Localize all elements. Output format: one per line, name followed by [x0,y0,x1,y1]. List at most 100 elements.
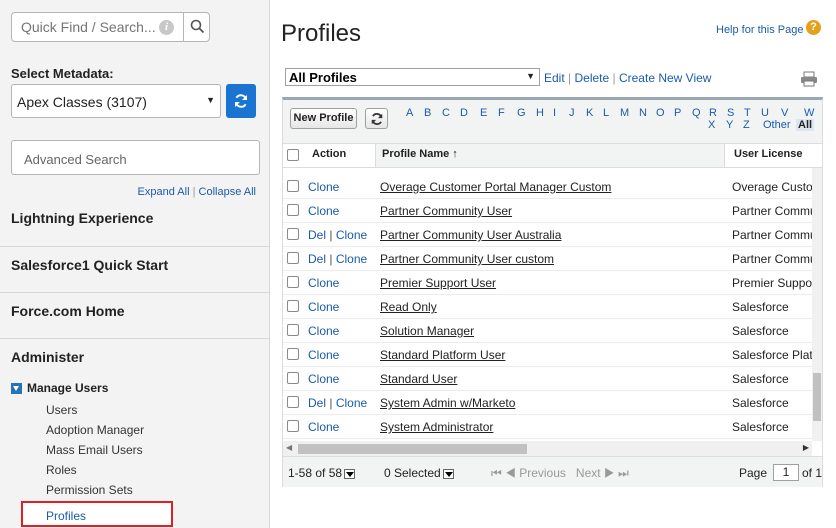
dropdown-arrow-icon[interactable] [344,468,356,479]
profile-name-link[interactable]: System Administrator [380,420,493,434]
row-checkbox[interactable] [287,372,299,384]
clone-link[interactable]: Clone [308,204,339,218]
row-checkbox[interactable] [287,276,299,288]
clone-link[interactable]: Clone [308,348,339,362]
alpha-filter-p[interactable]: P [674,107,681,119]
clone-link[interactable]: Clone [308,300,339,314]
alpha-filter-x[interactable]: X [708,119,715,131]
del-link[interactable]: Del [308,396,326,410]
alpha-filter-k[interactable]: K [586,107,593,119]
view-select[interactable]: All Profiles ▼ [285,68,540,86]
create-new-view-link[interactable]: Create New View [619,71,711,85]
clone-link[interactable]: Clone [336,396,367,410]
alpha-filter-u[interactable]: U [761,107,769,119]
alpha-filter-o[interactable]: O [656,107,665,119]
alpha-filter-a[interactable]: A [406,107,413,119]
alpha-filter-v[interactable]: V [781,107,788,119]
refresh-list-button[interactable] [365,108,388,129]
sidebar-item-adoption-manager[interactable]: Adoption Manager [46,423,144,437]
row-checkbox[interactable] [287,204,299,216]
manage-users-node[interactable]: Manage Users [11,381,108,395]
vertical-scroll-thumb[interactable] [813,373,821,421]
profile-name-link[interactable]: Read Only [380,300,437,314]
dropdown-arrow-icon[interactable] [442,468,454,479]
sidebar-item-profiles[interactable]: Profiles [21,501,173,527]
alpha-filter-n[interactable]: N [639,107,647,119]
profile-name-link[interactable]: Solution Manager [380,324,474,338]
collapse-toggle-icon[interactable] [11,382,22,394]
section-forcecom-home[interactable]: Force.com Home [0,292,270,338]
delete-view-link[interactable]: Delete [574,71,609,85]
clone-link[interactable]: Clone [308,372,339,386]
metadata-select[interactable]: Apex Classes (3107) ▼ [11,84,221,118]
alpha-filter-q[interactable]: Q [692,107,701,119]
alpha-filter-j[interactable]: J [569,107,575,119]
edit-view-link[interactable]: Edit [544,71,565,85]
clone-link[interactable]: Clone [336,228,367,242]
profile-name-link[interactable]: Overage Customer Portal Manager Custom [380,180,611,194]
advanced-search-input[interactable]: Advanced Search [11,140,260,175]
clone-link[interactable]: Clone [308,276,339,290]
help-link[interactable]: Help for this Page [716,24,803,36]
clone-link[interactable]: Clone [336,252,367,266]
alpha-filter-b[interactable]: B [424,107,431,119]
sidebar-item-permission-sets[interactable]: Permission Sets [46,483,133,497]
scroll-left-icon[interactable]: ◀ [286,443,292,452]
alpha-filter-all[interactable]: All [796,119,815,131]
column-header-profile-name[interactable]: Profile Name ↑ [382,148,458,160]
expand-all-link[interactable]: Expand All [138,186,190,198]
row-checkbox[interactable] [287,420,299,432]
row-checkbox[interactable] [287,180,299,192]
alpha-filter-f[interactable]: F [498,107,505,119]
alpha-filter-c[interactable]: C [442,107,450,119]
horizontal-scrollbar[interactable]: ◀ ▶ [283,441,812,456]
alpha-filter-t[interactable]: T [744,107,751,119]
column-header-user-license[interactable]: User License [734,148,802,160]
scroll-right-icon[interactable]: ▶ [803,443,809,452]
metadata-refresh-button[interactable] [226,84,256,118]
alpha-filter-w[interactable]: W [804,107,814,119]
new-profile-button[interactable]: New Profile [290,108,357,129]
quick-find-input[interactable] [21,19,161,35]
profile-name-link[interactable]: Partner Community User [380,204,512,218]
row-checkbox[interactable] [287,324,299,336]
select-all-checkbox[interactable] [287,149,299,161]
info-icon[interactable]: i [159,20,174,35]
clone-link[interactable]: Clone [308,180,339,194]
clone-link[interactable]: Clone [308,420,339,434]
sidebar-item-roles[interactable]: Roles [46,463,77,477]
profile-name-link[interactable]: Standard User [380,372,457,386]
del-link[interactable]: Del [308,228,326,242]
horizontal-scroll-thumb[interactable] [298,444,527,454]
alpha-filter-i[interactable]: I [553,107,556,119]
clone-link[interactable]: Clone [308,324,339,338]
record-range[interactable]: 1-58 of 58 [288,466,356,480]
profile-name-link[interactable]: Partner Community User Australia [380,228,561,242]
alpha-filter-other[interactable]: Other [763,119,791,131]
alpha-filter-g[interactable]: G [517,107,526,119]
section-salesforce1-quick-start[interactable]: Salesforce1 Quick Start [0,246,270,292]
sidebar-item-users[interactable]: Users [46,403,77,417]
alpha-filter-y[interactable]: Y [726,119,733,131]
page-number-input[interactable]: 1 [773,464,799,481]
alpha-filter-m[interactable]: M [620,107,629,119]
section-administer[interactable]: Administer [0,338,270,384]
search-button[interactable] [183,13,210,41]
row-checkbox[interactable] [287,228,299,240]
profile-name-link[interactable]: Premier Support User [380,276,496,290]
alpha-filter-h[interactable]: H [536,107,544,119]
help-icon[interactable]: ? [806,20,821,35]
alpha-filter-d[interactable]: D [460,107,468,119]
alpha-filter-l[interactable]: L [603,107,609,119]
row-checkbox[interactable] [287,396,299,408]
vertical-scrollbar[interactable] [812,168,822,441]
profile-name-link[interactable]: System Admin w/Marketo [380,396,515,410]
alpha-filter-z[interactable]: Z [743,119,750,131]
selected-count[interactable]: 0 Selected [384,466,454,480]
section-lightning-experience[interactable]: Lightning Experience [0,200,270,246]
del-link[interactable]: Del [308,252,326,266]
alpha-filter-r[interactable]: R [709,107,717,119]
profile-name-link[interactable]: Standard Platform User [380,348,505,362]
profile-name-link[interactable]: Partner Community User custom [380,252,554,266]
row-checkbox[interactable] [287,348,299,360]
